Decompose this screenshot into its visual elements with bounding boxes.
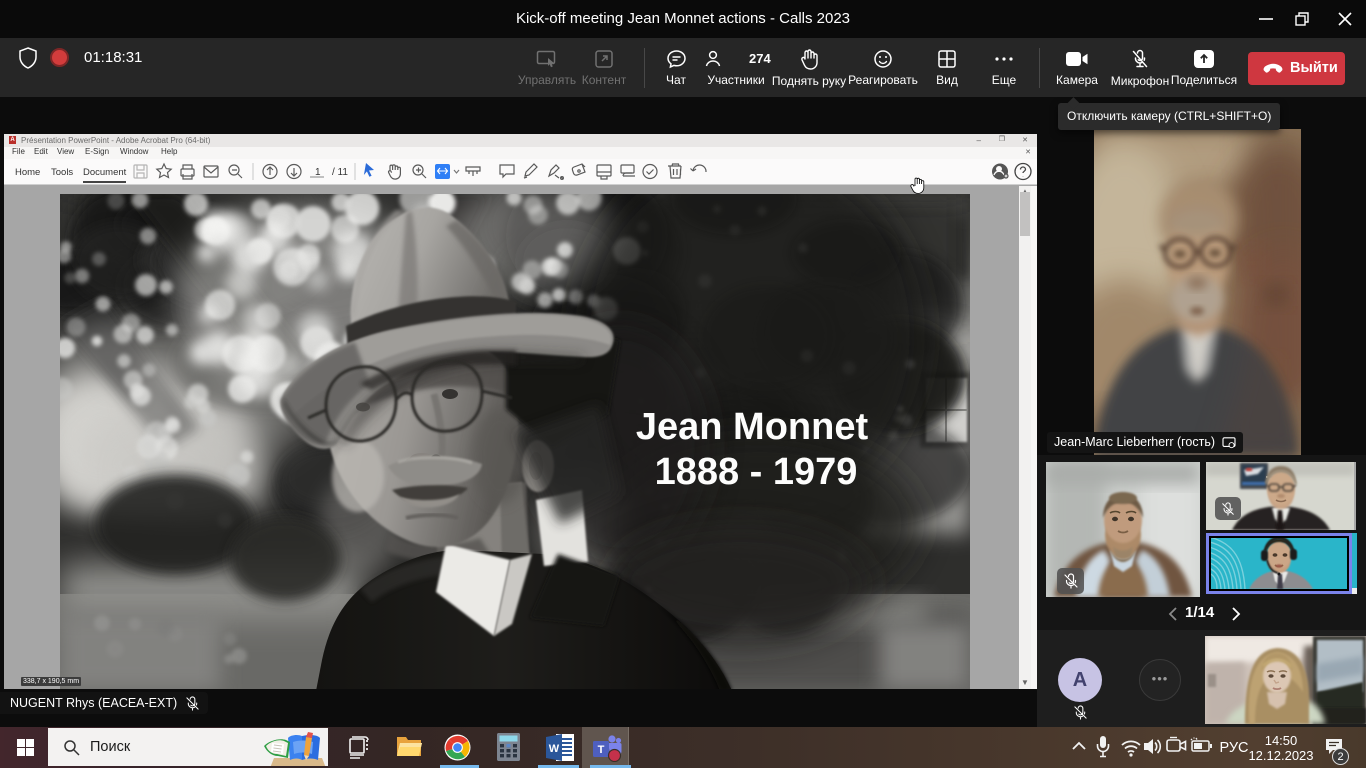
svg-text:1888 - 1979: 1888 - 1979	[655, 451, 858, 493]
svg-text:1: 1	[315, 167, 321, 178]
svg-text:/ 11: / 11	[332, 167, 348, 178]
svg-text:W: W	[549, 743, 560, 755]
svg-text:Jean Monnet: Jean Monnet	[636, 406, 869, 448]
svg-text:T: T	[598, 744, 605, 756]
